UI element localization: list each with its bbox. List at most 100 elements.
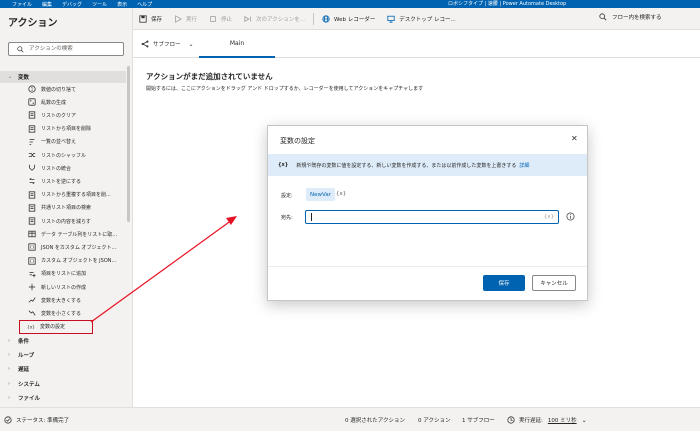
action-item-label: 共通リスト項目の検索 (41, 205, 92, 212)
set-label: 設定: (281, 193, 293, 199)
next-action-button[interactable]: 次のアクションを... (238, 8, 311, 30)
status-text: ステータス: 準備完了 (16, 418, 70, 424)
menu-item[interactable]: 表示 (117, 1, 127, 8)
list-icon (28, 111, 36, 119)
menu-item[interactable]: ファイル (12, 1, 32, 8)
action-item-label: 数値の切り捨て (41, 86, 77, 93)
status-indicator: ステータス: 準備完了 (4, 416, 69, 424)
web-recorder-button[interactable]: Web レコーダー (316, 8, 381, 30)
sort-icon (29, 138, 35, 145)
action-item[interactable]: 1 数値の切り捨て (28, 83, 126, 95)
shuffle-icon (28, 153, 36, 157)
category-item[interactable]: › システム (0, 378, 126, 390)
action-item[interactable]: 共通リスト項目の検索 (28, 202, 126, 214)
svg-text:{}: {} (29, 245, 35, 250)
search-icon (17, 46, 24, 53)
dice-icon (28, 98, 36, 106)
action-item[interactable]: リストを逆にする (28, 175, 126, 187)
action-item[interactable]: リストのシャッフル (28, 149, 126, 161)
action-item-label: リストの内容を減らす (41, 218, 91, 225)
tab-main[interactable]: Main (199, 30, 275, 58)
info-text: 新規や既存の変数に値を設定する、新しい変数を作成する、または以前作成した変数を上… (296, 162, 517, 169)
menu-item[interactable]: デバッグ (62, 1, 82, 8)
action-count: 0 アクション (418, 418, 451, 424)
svg-text:{}: {} (29, 258, 35, 263)
scrollbar[interactable] (127, 66, 130, 222)
close-icon[interactable]: ✕ (571, 134, 578, 143)
action-item[interactable]: 新しいリストの作成 (28, 281, 126, 293)
save-button[interactable]: 保存 (483, 275, 525, 291)
action-item[interactable]: 変数を大きくする (28, 294, 126, 306)
category-item[interactable]: › 条件 (0, 335, 126, 347)
chevron-right-icon: › (8, 394, 10, 401)
stop-button[interactable]: 停止 (203, 8, 238, 30)
category-label: ループ (18, 353, 35, 360)
action-item-label: リストを逆にする (41, 178, 82, 185)
action-item[interactable]: 項目をリストに追加 (28, 268, 126, 280)
merge-icon (29, 164, 35, 171)
selected-count: 0 選択されたアクション (345, 418, 405, 424)
flow-search-label: フロー内を検索する (612, 15, 662, 21)
category-item[interactable]: › 遅延 (0, 363, 126, 375)
cancel-button[interactable]: キャンセル (532, 275, 576, 291)
run-delay[interactable]: 実行遅延: 100 ミリ秒 ⌄ (507, 416, 587, 424)
run-button[interactable]: 実行 (168, 8, 203, 30)
desktop-recorder-label: デスクトップ レコー... (399, 16, 456, 23)
action-item[interactable]: {x} 変数の設定 (19, 319, 93, 334)
menu-item[interactable]: ヘルプ (137, 1, 152, 8)
menu-item[interactable]: ツール (92, 1, 107, 8)
action-item[interactable]: {} JSON をカスタム オブジェクト... (28, 241, 126, 253)
action-item[interactable]: リストのクリア (28, 109, 126, 121)
subflow-dropdown[interactable]: サブフロー ⌄ (141, 40, 194, 48)
action-item-label: リストの統合 (41, 165, 72, 172)
category-variables[interactable]: ⌄ 変数 (0, 71, 126, 83)
action-item[interactable]: リストの統合 (28, 162, 126, 174)
table-icon (28, 230, 36, 238)
dialog-divider (268, 266, 587, 267)
action-item[interactable]: {} カスタム オブジェクトを JSON... (28, 255, 126, 267)
svg-text:1: 1 (31, 87, 34, 92)
stop-label: 停止 (221, 16, 233, 23)
action-item-label: 変数を小さくする (41, 310, 82, 317)
json-icon: {} (28, 256, 36, 265)
empty-state-description: 開始するには、ここにアクションをドラッグ アンド ドロップするか、レコーダーを使… (146, 86, 424, 92)
category-item[interactable]: › ファイル (0, 392, 126, 404)
action-item[interactable]: リストから項目を削除 (28, 123, 126, 135)
json-icon: {} (28, 243, 36, 251)
main-toolbar: 保存 実行 停止 次のアクションを... Web レコーダー デスクトップ レコ… (133, 8, 700, 30)
svg-text:{x}: {x} (27, 324, 35, 330)
variable-picker-icon[interactable]: {x} (544, 214, 554, 220)
value-input[interactable]: {x} (305, 210, 559, 224)
action-item-label: 一覧の並べ替え (41, 139, 77, 146)
dialog-info-banner: {x} 新規や既存の変数に値を設定する、新しい変数を作成する、または以前作成した… (268, 154, 587, 176)
action-item[interactable]: 乱数の生成 (28, 96, 126, 108)
actions-search-input[interactable]: アクションの検索 (8, 42, 124, 56)
action-item[interactable]: リストから重複する項目を削... (28, 189, 126, 201)
list-icon (28, 190, 36, 199)
delay-value[interactable]: 100 ミリ秒 (548, 416, 577, 424)
variable-icon: {x} (278, 162, 289, 168)
number-icon: 1 (28, 85, 36, 93)
details-link[interactable]: 詳細 (519, 162, 529, 169)
action-item[interactable]: リストの内容を減らす (28, 215, 126, 227)
category-item[interactable]: › ループ (0, 349, 126, 361)
desktop-recorder-button[interactable]: デスクトップ レコー... (381, 8, 462, 30)
menu-bar: ファイル 編集 デバッグ ツール 表示 ヘルプ (12, 0, 152, 8)
save-button[interactable]: 保存 (133, 8, 168, 30)
info-icon[interactable] (566, 212, 575, 221)
action-item[interactable]: データ テーブル列をリストに取... (28, 228, 126, 240)
action-item[interactable]: 一覧の並べ替え (28, 136, 126, 148)
action-item-label: リストのクリア (41, 112, 77, 119)
action-item[interactable]: 変数を小さくする (28, 307, 126, 319)
flow-search-button[interactable]: フロー内を検索する (599, 13, 662, 21)
empty-state-title: アクションがまだ追加されていません (146, 72, 273, 81)
to-label: 宛先: (281, 215, 293, 221)
subflow-label: サブフロー (153, 42, 181, 48)
actions-pane: アクション アクションの検索 ⌄ 変数 1 数値の切り捨て 乱数の生成 リストのクリア… (0, 8, 133, 407)
menu-item[interactable]: 編集 (42, 1, 52, 8)
chevron-down-icon[interactable]: ⌄ (582, 417, 587, 424)
variable-name-chip[interactable]: NewVar (306, 188, 335, 201)
category-label: 条件 (18, 339, 30, 345)
variable-picker-icon[interactable]: {x} (336, 191, 346, 197)
reverse-icon (29, 178, 35, 185)
